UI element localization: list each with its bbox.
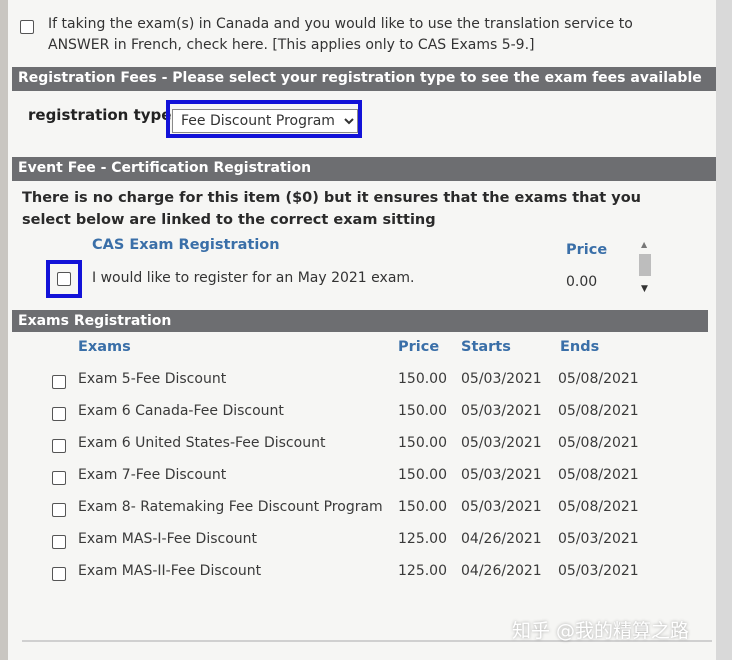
exam-name: Exam 5-Fee Discount — [78, 371, 227, 387]
scroll-up-arrow-icon[interactable]: ▲ — [641, 240, 647, 249]
registration-fees-header: Registration Fees - Please select your r… — [12, 67, 718, 91]
exam-checkbox[interactable] — [52, 535, 66, 549]
event-price-column-header: Price — [566, 242, 608, 258]
exam-end-date: 05/03/2021 — [558, 531, 639, 547]
starts-column-header: Starts — [461, 339, 511, 355]
exam-end-date: 05/08/2021 — [558, 467, 639, 483]
registration-form: If taking the exam(s) in Canada and you … — [8, 0, 718, 660]
window-edge — [716, 0, 732, 660]
exams-registration-header: Exams Registration — [12, 310, 708, 332]
exam-start-date: 04/26/2021 — [461, 563, 542, 579]
exam-end-date: 05/08/2021 — [558, 371, 639, 387]
exam-price: 125.00 — [398, 531, 447, 547]
exams-column-header: Exams — [78, 339, 131, 355]
exam-checkbox[interactable] — [52, 567, 66, 581]
exam-end-date: 05/03/2021 — [558, 563, 639, 579]
exam-end-date: 05/08/2021 — [558, 403, 639, 419]
exam-row: Exam 7-Fee Discount 150.00 05/03/2021 05… — [8, 465, 708, 489]
exam-row: Exam MAS-II-Fee Discount 125.00 04/26/20… — [8, 561, 708, 585]
exam-name: Exam 8- Ratemaking Fee Discount Program — [78, 499, 383, 515]
exam-row: Exam 5-Fee Discount 150.00 05/03/2021 05… — [8, 369, 708, 393]
exam-checkbox[interactable] — [52, 407, 66, 421]
scroll-down-arrow-icon[interactable]: ▼ — [641, 284, 648, 294]
exam-row: Exam 8- Ratemaking Fee Discount Program … — [8, 497, 708, 521]
watermark-text: 知乎 @我的精算之路 — [512, 620, 690, 642]
exam-start-date: 05/03/2021 — [461, 371, 542, 387]
event-fee-description: There is no charge for this item ($0) bu… — [22, 190, 641, 228]
exam-price: 150.00 — [398, 371, 447, 387]
register-may-2021-label: I would like to register for an May 2021… — [92, 270, 415, 286]
exam-price: 150.00 — [398, 499, 447, 515]
exam-name: Exam 6 United States-Fee Discount — [78, 435, 326, 451]
exam-row: Exam 6 United States-Fee Discount 150.00… — [8, 433, 708, 457]
register-may-2021-checkbox[interactable] — [57, 272, 71, 286]
exam-end-date: 05/08/2021 — [558, 435, 639, 451]
exam-price: 150.00 — [398, 403, 447, 419]
exam-start-date: 04/26/2021 — [461, 531, 542, 547]
ends-column-header: Ends — [560, 339, 600, 355]
exam-row: Exam MAS-I-Fee Discount 125.00 04/26/202… — [8, 529, 708, 553]
cas-exam-registration-column-header: CAS Exam Registration — [92, 237, 280, 253]
registration-type-label: registration type: — [28, 106, 178, 124]
translation-label: If taking the exam(s) in Canada and you … — [48, 16, 633, 53]
exam-name: Exam 7-Fee Discount — [78, 467, 227, 483]
translation-checkbox[interactable] — [20, 20, 34, 34]
exam-checkbox[interactable] — [52, 471, 66, 485]
exam-start-date: 05/03/2021 — [461, 403, 542, 419]
exam-end-date: 05/08/2021 — [558, 499, 639, 515]
registration-type-select[interactable]: Fee Discount Program — [172, 109, 358, 133]
exam-name: Exam MAS-II-Fee Discount — [78, 563, 262, 579]
exam-start-date: 05/03/2021 — [461, 435, 542, 451]
exam-price-column-header: Price — [398, 339, 440, 355]
exam-price: 125.00 — [398, 563, 447, 579]
exam-price: 150.00 — [398, 435, 447, 451]
register-may-2021-price: 0.00 — [566, 274, 598, 290]
exam-price: 150.00 — [398, 467, 447, 483]
exam-checkbox[interactable] — [52, 503, 66, 517]
exam-name: Exam MAS-I-Fee Discount — [78, 531, 257, 547]
exam-row: Exam 6 Canada-Fee Discount 150.00 05/03/… — [8, 401, 708, 425]
exam-start-date: 05/03/2021 — [461, 499, 542, 515]
event-fee-header: Event Fee - Certification Registration — [12, 157, 718, 181]
exam-name: Exam 6 Canada-Fee Discount — [78, 403, 284, 419]
exam-checkbox[interactable] — [52, 375, 66, 389]
scroll-thumb[interactable] — [639, 254, 651, 276]
event-list-scrollbar[interactable]: ▲ ▼ — [636, 240, 654, 298]
exam-checkbox[interactable] — [52, 439, 66, 453]
exam-start-date: 05/03/2021 — [461, 467, 542, 483]
